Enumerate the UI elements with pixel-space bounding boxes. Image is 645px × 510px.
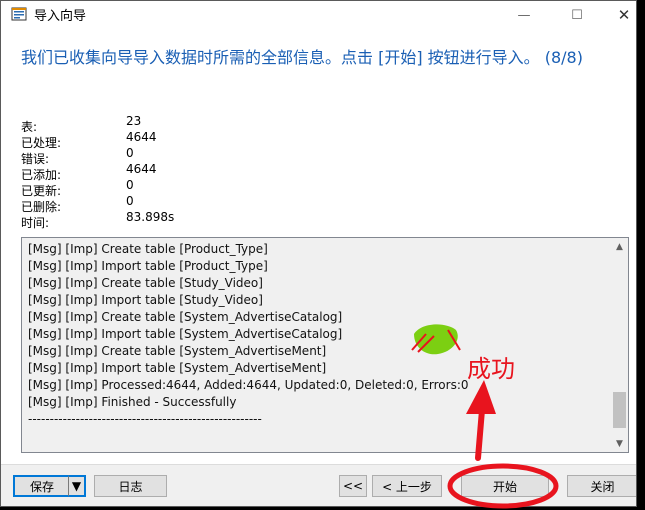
maximize-button[interactable]: ☐ (554, 1, 600, 29)
log-button[interactable]: 日志 (94, 475, 167, 497)
log-line: [Msg] [Imp] Import table [System_Adverti… (28, 327, 343, 341)
stat-value: 23 (126, 114, 142, 128)
title-bar: 导入向导 — ☐ ✕ (1, 1, 636, 29)
window-title: 导入向导 (34, 9, 87, 24)
close-window-button[interactable]: ✕ (601, 1, 636, 29)
chevron-down-icon[interactable]: ▼ (611, 435, 628, 452)
log-line: [Msg] [Imp] Import table [Study_Video] (28, 293, 263, 307)
log-line: [Msg] [Imp] Import table [Product_Type] (28, 259, 268, 273)
log-line: [Msg] [Imp] Import table [System_Adverti… (28, 361, 327, 375)
log-line: [Msg] [Imp] Processed:4644, Added:4644, … (28, 378, 469, 392)
log-line: [Msg] [Imp] Create table [Product_Type] (28, 242, 268, 256)
log-line: [Msg] [Imp] Finished - Successfully (28, 395, 237, 409)
minimize-button[interactable]: — (501, 1, 547, 29)
stat-value: 4644 (126, 130, 157, 144)
stat-value: 0 (126, 146, 134, 160)
wizard-instruction: 我们已收集向导导入数据时所需的全部信息。点击 [开始] 按钮进行导入。 (8/8… (21, 48, 583, 67)
import-wizard-icon (11, 7, 27, 21)
save-dropdown-button[interactable]: ▼ (68, 475, 86, 497)
previous-button[interactable]: < 上一步 (372, 475, 442, 497)
chevron-up-icon[interactable]: ▲ (611, 238, 628, 255)
log-line: ----------------------------------------… (28, 412, 262, 426)
stat-label: 已添加: (21, 168, 62, 182)
log-lines: [Msg] [Imp] Create table [Product_Type] … (28, 241, 469, 428)
start-button[interactable]: 开始 (461, 475, 549, 497)
log-scrollbar[interactable]: ▲ ▼ (611, 238, 628, 452)
stat-label: 时间: (21, 216, 50, 230)
close-button[interactable]: 关闭 (567, 475, 636, 497)
stat-label: 错误: (21, 152, 50, 166)
scrollbar-thumb[interactable] (613, 392, 626, 428)
stat-value: 83.898s (126, 210, 175, 224)
first-step-button[interactable]: << (339, 475, 367, 497)
log-line: [Msg] [Imp] Create table [System_Adverti… (28, 310, 343, 324)
import-wizard-window: 导入向导 — ☐ ✕ 我们已收集向导导入数据时所需的全部信息。点击 [开始] 按… (0, 0, 637, 507)
stat-value: 4644 (126, 162, 157, 176)
save-button[interactable]: 保存 (13, 475, 71, 497)
stat-value: 0 (126, 194, 134, 208)
stat-value: 0 (126, 178, 134, 192)
import-log[interactable]: [Msg] [Imp] Create table [Product_Type] … (21, 237, 629, 453)
stat-label: 表: (21, 120, 38, 134)
log-line: [Msg] [Imp] Create table [Study_Video] (28, 276, 263, 290)
stat-label: 已更新: (21, 184, 62, 198)
success-annotation: 成功 (467, 355, 515, 383)
log-line: [Msg] [Imp] Create table [System_Adverti… (28, 344, 327, 358)
stat-label: 已处理: (21, 136, 62, 150)
stat-label: 已删除: (21, 200, 62, 214)
